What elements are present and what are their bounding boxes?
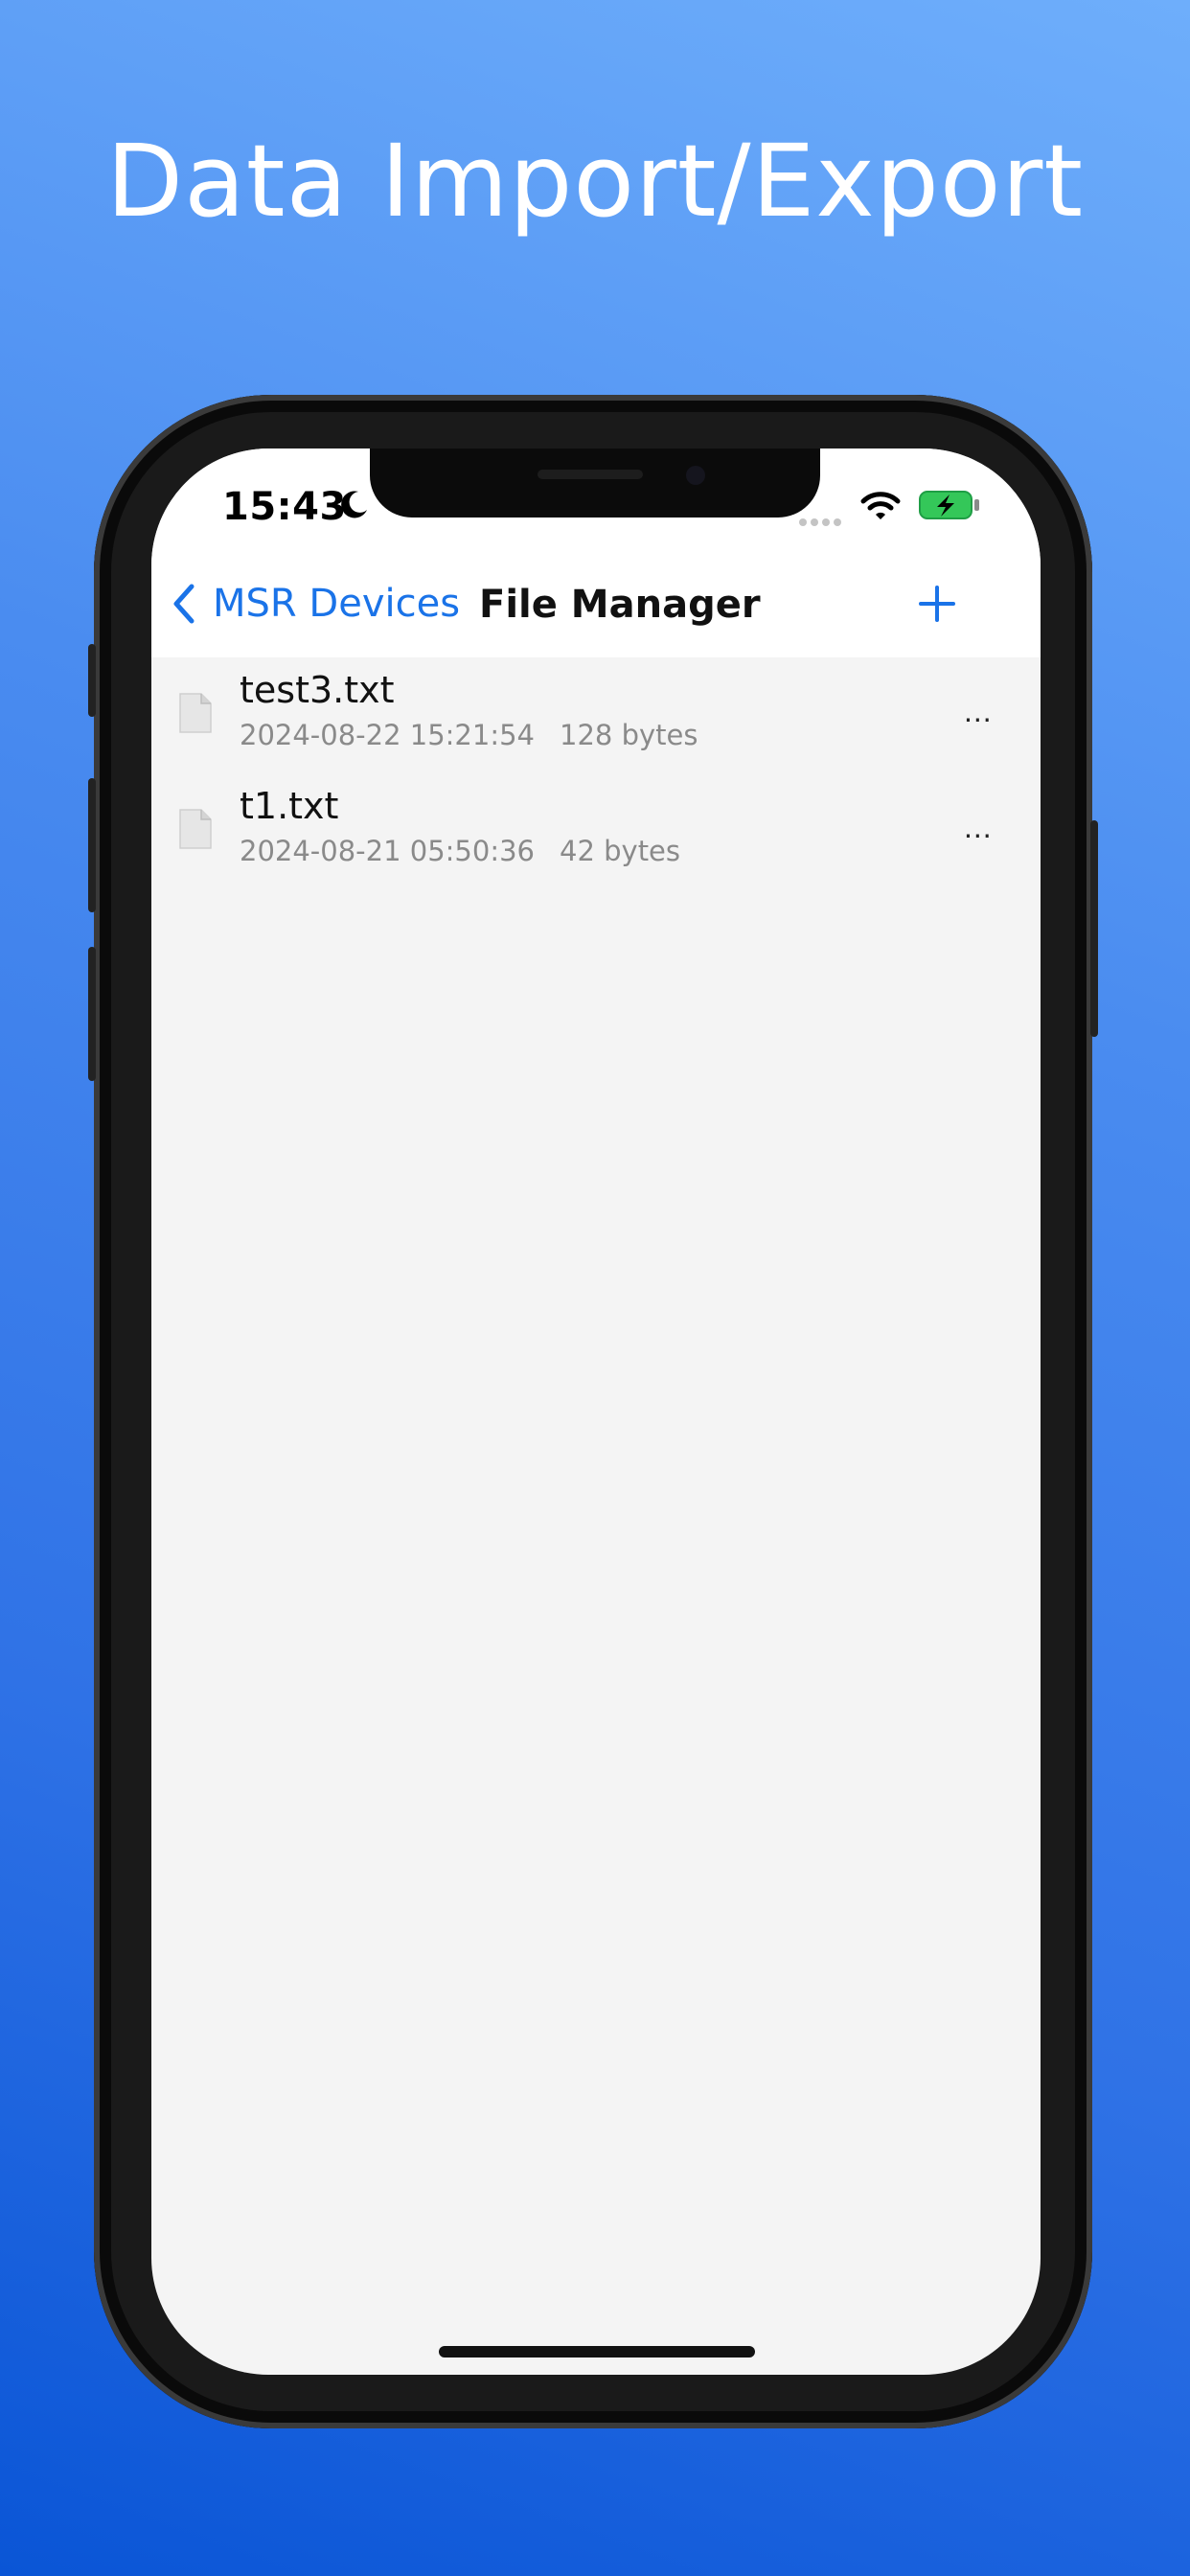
mute-switch — [88, 644, 96, 717]
document-icon — [179, 809, 212, 849]
phone-screen: 15:43 MSR Devices File Manager test3.txt… — [151, 448, 1041, 2375]
document-icon — [179, 693, 212, 733]
status-time: 15:43 — [222, 485, 347, 529]
file-size: 128 bytes — [560, 719, 698, 751]
file-meta: 2024-08-22 15:21:54 128 bytes — [240, 719, 698, 751]
more-options-button[interactable]: ... — [964, 694, 993, 729]
file-list: test3.txt 2024-08-22 15:21:54 128 bytes .… — [151, 657, 1041, 889]
cellular-signal-icon — [799, 514, 845, 531]
battery-charging-icon — [919, 491, 979, 519]
volume-up-button — [88, 778, 96, 912]
wifi-icon — [860, 492, 901, 519]
speaker-grille — [538, 470, 643, 479]
add-icon[interactable] — [918, 585, 956, 623]
promo-headline: Data Import/Export — [105, 123, 1084, 240]
file-meta: 2024-08-21 05:50:36 42 bytes — [240, 835, 680, 867]
file-name: test3.txt — [240, 669, 395, 711]
navigation-header: 15:43 MSR Devices File Manager — [151, 448, 1041, 657]
file-row[interactable]: test3.txt 2024-08-22 15:21:54 128 bytes .… — [151, 657, 1041, 773]
power-button — [1090, 820, 1098, 1037]
file-date: 2024-08-21 05:50:36 — [240, 835, 535, 867]
home-indicator — [439, 2346, 755, 2358]
page-title: File Manager — [479, 583, 761, 627]
front-camera — [686, 466, 705, 485]
back-button[interactable]: MSR Devices — [169, 581, 460, 627]
chevron-left-icon — [173, 584, 195, 624]
file-name: t1.txt — [240, 785, 339, 827]
more-options-button[interactable]: ... — [964, 810, 993, 845]
back-button-label: MSR Devices — [213, 582, 461, 626]
file-date: 2024-08-22 15:21:54 — [240, 719, 535, 751]
file-row[interactable]: t1.txt 2024-08-21 05:50:36 42 bytes ... — [151, 773, 1041, 889]
file-size: 42 bytes — [560, 835, 681, 867]
volume-down-button — [88, 947, 96, 1081]
notch — [370, 448, 820, 518]
moon-icon — [341, 491, 367, 518]
